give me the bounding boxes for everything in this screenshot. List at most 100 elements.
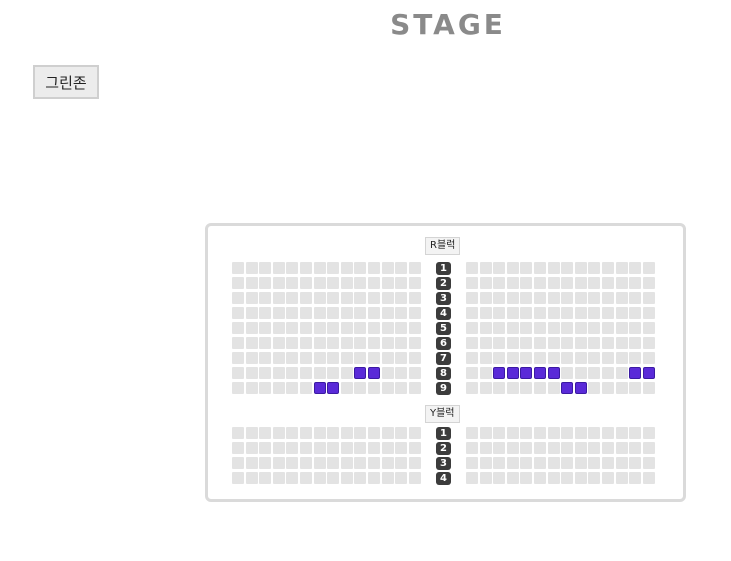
- seat[interactable]: [642, 367, 655, 379]
- seat: [479, 427, 492, 439]
- seat[interactable]: [629, 367, 642, 379]
- seat: [381, 322, 394, 334]
- green-zone-button[interactable]: 그린존: [33, 65, 99, 99]
- seat: [259, 292, 272, 304]
- seat: [368, 427, 380, 439]
- seat: [574, 472, 587, 484]
- seat: [245, 382, 258, 394]
- seat: [259, 322, 272, 334]
- seat: [381, 457, 394, 469]
- seat: [479, 292, 492, 304]
- seat: [588, 307, 601, 319]
- seat: [245, 337, 258, 349]
- seat: [368, 472, 380, 484]
- seat: [493, 472, 506, 484]
- seat: [259, 427, 272, 439]
- seat: [381, 472, 394, 484]
- seat: [245, 292, 258, 304]
- seat: [642, 382, 655, 394]
- seat: [272, 322, 285, 334]
- seat: [272, 472, 285, 484]
- seat: [340, 322, 353, 334]
- seat: [408, 427, 421, 439]
- seat: [327, 457, 340, 469]
- seat: [408, 322, 421, 334]
- seat: [534, 427, 546, 439]
- seat: [300, 427, 312, 439]
- seat: [534, 322, 546, 334]
- seat: [642, 427, 655, 439]
- seat[interactable]: [561, 382, 574, 394]
- seat[interactable]: [534, 367, 546, 379]
- seat: [602, 382, 614, 394]
- seat: [408, 442, 421, 454]
- seat: [354, 382, 367, 394]
- seat: [300, 322, 312, 334]
- seat: [574, 322, 587, 334]
- row-number-label: 9: [436, 381, 451, 395]
- seat: [466, 307, 478, 319]
- seat: [466, 322, 478, 334]
- seat: [368, 292, 380, 304]
- seat: [520, 277, 533, 289]
- seat: [286, 292, 299, 304]
- seat: [534, 457, 546, 469]
- seat[interactable]: [506, 367, 519, 379]
- seat: [520, 352, 533, 364]
- seat: [602, 292, 614, 304]
- seat: [642, 292, 655, 304]
- seat: [340, 262, 353, 274]
- seat: [232, 442, 244, 454]
- seat: [272, 307, 285, 319]
- seat: [547, 457, 560, 469]
- seat: [300, 442, 312, 454]
- row-number-label: 6: [436, 336, 451, 350]
- seat: [588, 292, 601, 304]
- seat-map-container: R블럭 Y블럭 1234567891234: [205, 223, 686, 502]
- seat: [286, 427, 299, 439]
- seat: [642, 322, 655, 334]
- seat: [629, 427, 642, 439]
- seat: [286, 277, 299, 289]
- seat[interactable]: [327, 382, 340, 394]
- seat: [313, 292, 326, 304]
- seat: [602, 352, 614, 364]
- seat: [395, 307, 408, 319]
- seat: [615, 292, 628, 304]
- seat: [561, 427, 574, 439]
- seat: [368, 337, 380, 349]
- seat: [479, 382, 492, 394]
- seat[interactable]: [368, 367, 380, 379]
- seat: [340, 277, 353, 289]
- seat: [259, 457, 272, 469]
- seat: [520, 382, 533, 394]
- seat: [300, 337, 312, 349]
- seat: [354, 292, 367, 304]
- seat[interactable]: [520, 367, 533, 379]
- seat: [506, 427, 519, 439]
- seat: [466, 427, 478, 439]
- seat[interactable]: [547, 367, 560, 379]
- seat: [368, 307, 380, 319]
- seat[interactable]: [354, 367, 367, 379]
- seat: [615, 352, 628, 364]
- seat[interactable]: [493, 367, 506, 379]
- seat[interactable]: [574, 382, 587, 394]
- seat: [300, 292, 312, 304]
- seat: [561, 292, 574, 304]
- seat: [368, 262, 380, 274]
- seat: [602, 427, 614, 439]
- seat: [629, 337, 642, 349]
- seat: [368, 277, 380, 289]
- seat: [642, 337, 655, 349]
- seat: [354, 442, 367, 454]
- seat: [408, 262, 421, 274]
- seat: [300, 262, 312, 274]
- seat: [381, 442, 394, 454]
- seat: [493, 292, 506, 304]
- seat: [479, 262, 492, 274]
- seat: [245, 352, 258, 364]
- seat: [588, 442, 601, 454]
- seat: [561, 457, 574, 469]
- seat[interactable]: [313, 382, 326, 394]
